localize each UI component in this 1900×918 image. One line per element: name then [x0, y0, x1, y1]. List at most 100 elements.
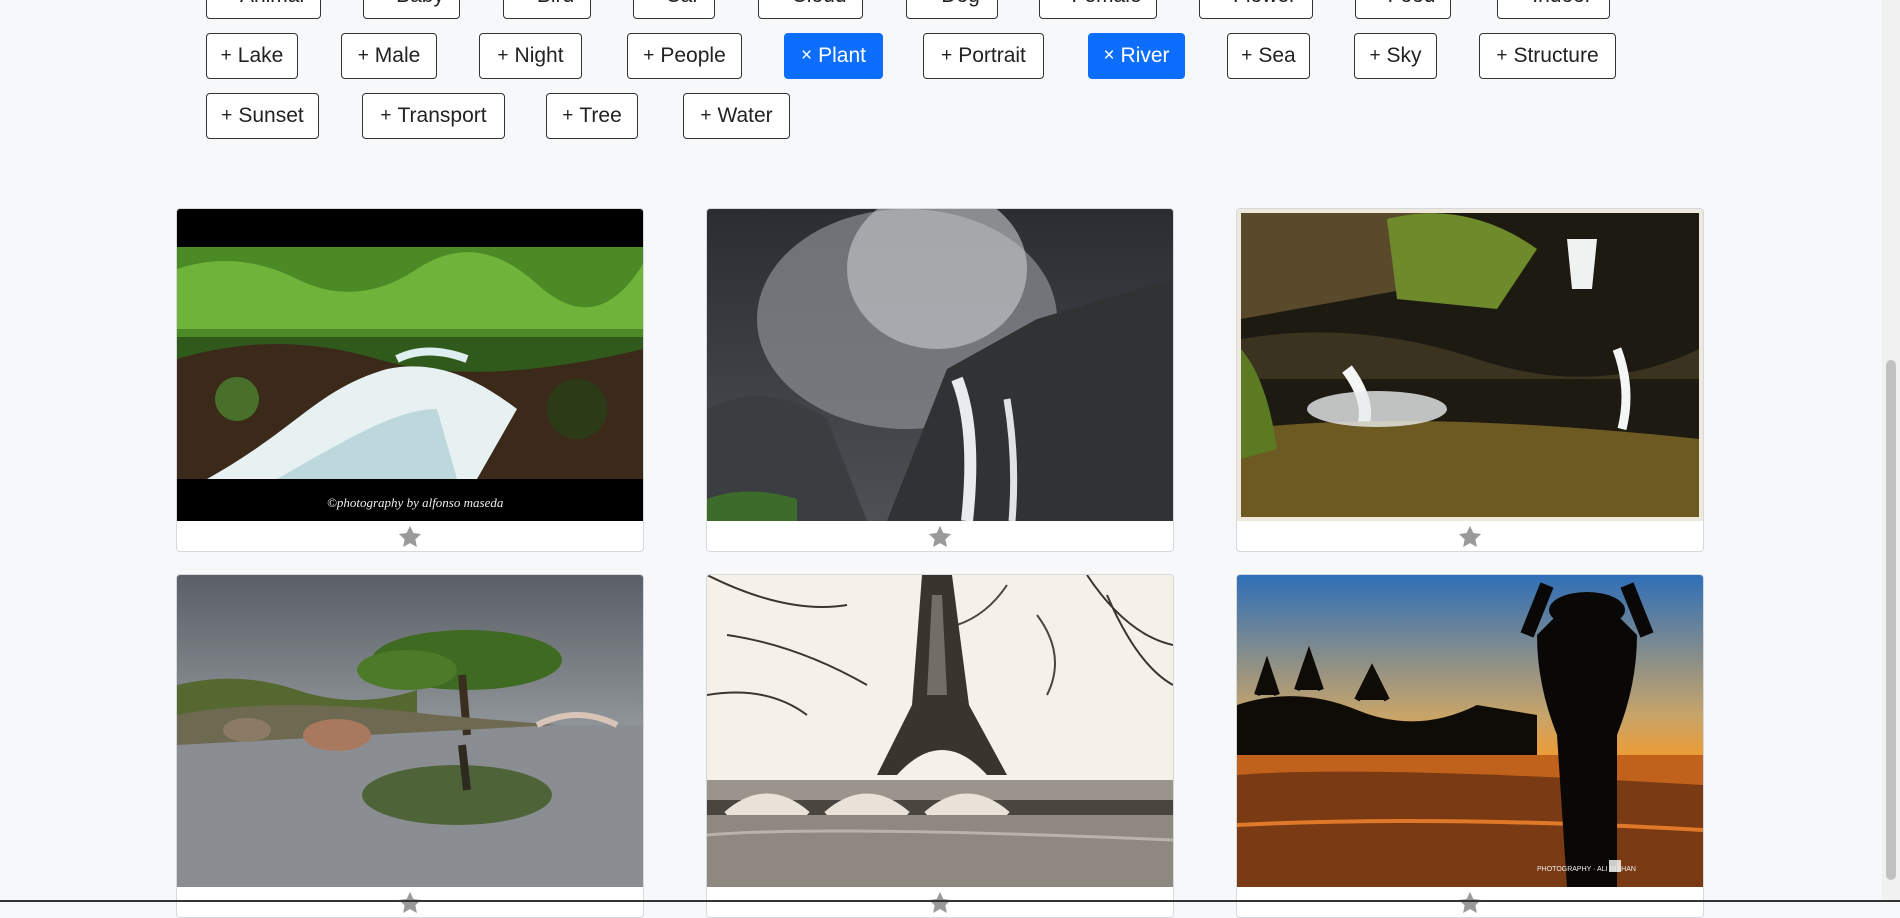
- tag-label: Sea: [1258, 44, 1296, 67]
- tag-label: Male: [374, 44, 421, 67]
- photo-card: [176, 574, 644, 918]
- add-icon: +: [700, 105, 712, 126]
- add-icon: +: [520, 0, 531, 7]
- remove-icon: ×: [1103, 45, 1115, 66]
- tag-lake[interactable]: + Lake: [206, 33, 298, 79]
- tag-food[interactable]: + Food: [1355, 0, 1451, 19]
- tag-structure[interactable]: + Structure: [1479, 33, 1616, 79]
- tag-label: Bird: [537, 0, 574, 8]
- tag-dog[interactable]: + Dog: [906, 0, 998, 19]
- favorite-button[interactable]: [707, 521, 1173, 551]
- star-icon: [1458, 891, 1482, 914]
- photo-forest-stream[interactable]: ©photography by alfonso maseda: [177, 209, 643, 521]
- tag-sky[interactable]: + Sky: [1354, 33, 1437, 79]
- tag-river[interactable]: × River: [1088, 33, 1185, 79]
- add-icon: +: [221, 105, 233, 126]
- tag-label: Cloud: [792, 0, 847, 8]
- tag-row: + Lake + Male + Night + People × Plant + Portrait × R…: [206, 32, 1666, 80]
- watermark: PHOTOGRAPHY · ALI NISHAN: [1537, 866, 1636, 873]
- tag-label: Sky: [1386, 44, 1422, 67]
- scrollbar-thumb[interactable]: [1886, 360, 1896, 880]
- tag-night[interactable]: + Night: [479, 33, 582, 79]
- tag-label: Female: [1072, 0, 1142, 8]
- tag-label: Lake: [237, 44, 284, 67]
- tag-animal[interactable]: + Animal: [206, 0, 321, 19]
- add-icon: +: [357, 45, 369, 66]
- photo-card: [706, 574, 1174, 918]
- add-icon: +: [1216, 0, 1227, 7]
- tag-sea[interactable]: + Sea: [1227, 33, 1310, 79]
- add-icon: +: [1369, 45, 1381, 66]
- add-icon: +: [775, 0, 786, 7]
- tag-car[interactable]: + Car: [633, 0, 715, 19]
- add-icon: +: [562, 105, 574, 126]
- photo-eiffel-tower-bridge[interactable]: [707, 575, 1173, 887]
- star-icon: [1458, 525, 1482, 548]
- photo-mossy-cascade[interactable]: [1237, 209, 1703, 521]
- tag-label: Flower: [1233, 0, 1296, 8]
- favorite-button[interactable]: [707, 887, 1173, 917]
- tag-label: Indoor: [1532, 0, 1592, 8]
- tag-people[interactable]: + People: [627, 33, 742, 79]
- watermark: ©photography by alfonso maseda: [327, 495, 504, 510]
- tag-label: Water: [717, 104, 773, 127]
- add-icon: +: [1371, 0, 1382, 7]
- add-icon: +: [380, 105, 392, 126]
- tag-label: People: [660, 44, 726, 67]
- tag-label: Tree: [579, 104, 622, 127]
- favorite-button[interactable]: [177, 521, 643, 551]
- add-icon: +: [1241, 45, 1253, 66]
- photo-card: ©photography by alfonso maseda: [176, 208, 644, 552]
- tag-portrait[interactable]: + Portrait: [923, 33, 1044, 79]
- tag-transport[interactable]: + Transport: [362, 93, 505, 139]
- tag-label: Plant: [818, 44, 866, 67]
- star-icon: [928, 525, 952, 548]
- add-icon: +: [220, 45, 232, 66]
- favorite-button[interactable]: [1237, 887, 1703, 917]
- photo-misty-waterfall[interactable]: [707, 209, 1173, 521]
- add-icon: +: [497, 45, 509, 66]
- add-icon: +: [223, 0, 234, 7]
- add-icon: +: [1496, 45, 1508, 66]
- photo-card: [706, 208, 1174, 552]
- tag-baby[interactable]: + Baby: [363, 0, 460, 19]
- photo-card: PHOTOGRAPHY · ALI NISHAN: [1236, 574, 1704, 918]
- favorite-button[interactable]: [177, 887, 643, 917]
- add-icon: +: [941, 45, 953, 66]
- tag-bird[interactable]: + Bird: [503, 0, 591, 19]
- favorite-button[interactable]: [1237, 521, 1703, 551]
- tag-plant[interactable]: × Plant: [784, 33, 883, 79]
- tag-cloud[interactable]: + Cloud: [758, 0, 863, 19]
- star-icon: [398, 891, 422, 914]
- remove-icon: ×: [801, 45, 813, 66]
- tag-indoor[interactable]: + Indoor: [1497, 0, 1610, 19]
- tag-tree[interactable]: + Tree: [546, 93, 638, 139]
- add-icon: +: [649, 0, 660, 7]
- star-icon: [398, 525, 422, 548]
- tag-label: Car: [666, 0, 700, 8]
- tag-label: Transport: [397, 104, 487, 127]
- add-icon: +: [643, 45, 655, 66]
- tag-label: Animal: [240, 0, 304, 8]
- add-icon: +: [1054, 0, 1065, 7]
- tag-label: Food: [1388, 0, 1436, 8]
- photo-sunset-silhouette-goggles[interactable]: PHOTOGRAPHY · ALI NISHAN: [1237, 575, 1703, 887]
- tag-label: Baby: [396, 0, 444, 8]
- tag-filter-bar: + Animal + Baby + Bird + Car + Cloud + Dog + Female + F…: [206, 0, 1666, 152]
- tag-label: River: [1120, 44, 1170, 67]
- tag-row: + Animal + Baby + Bird + Car + Cloud + Dog + Female + F…: [206, 0, 1666, 20]
- photo-tree-reflection-lake[interactable]: [177, 575, 643, 887]
- add-icon: +: [924, 0, 935, 7]
- tag-label: Dog: [941, 0, 980, 8]
- tag-label: Structure: [1513, 44, 1599, 67]
- add-icon: +: [1515, 0, 1526, 7]
- tag-male[interactable]: + Male: [341, 33, 437, 79]
- tag-female[interactable]: + Female: [1039, 0, 1157, 19]
- scrollbar[interactable]: [1882, 0, 1900, 902]
- tag-flower[interactable]: + Flower: [1199, 0, 1313, 19]
- tag-label: Sunset: [238, 104, 304, 127]
- tag-water[interactable]: + Water: [683, 93, 790, 139]
- tag-row: + Sunset + Transport + Tree + Water: [206, 92, 1666, 140]
- tag-label: Portrait: [958, 44, 1026, 67]
- tag-sunset[interactable]: + Sunset: [206, 93, 319, 139]
